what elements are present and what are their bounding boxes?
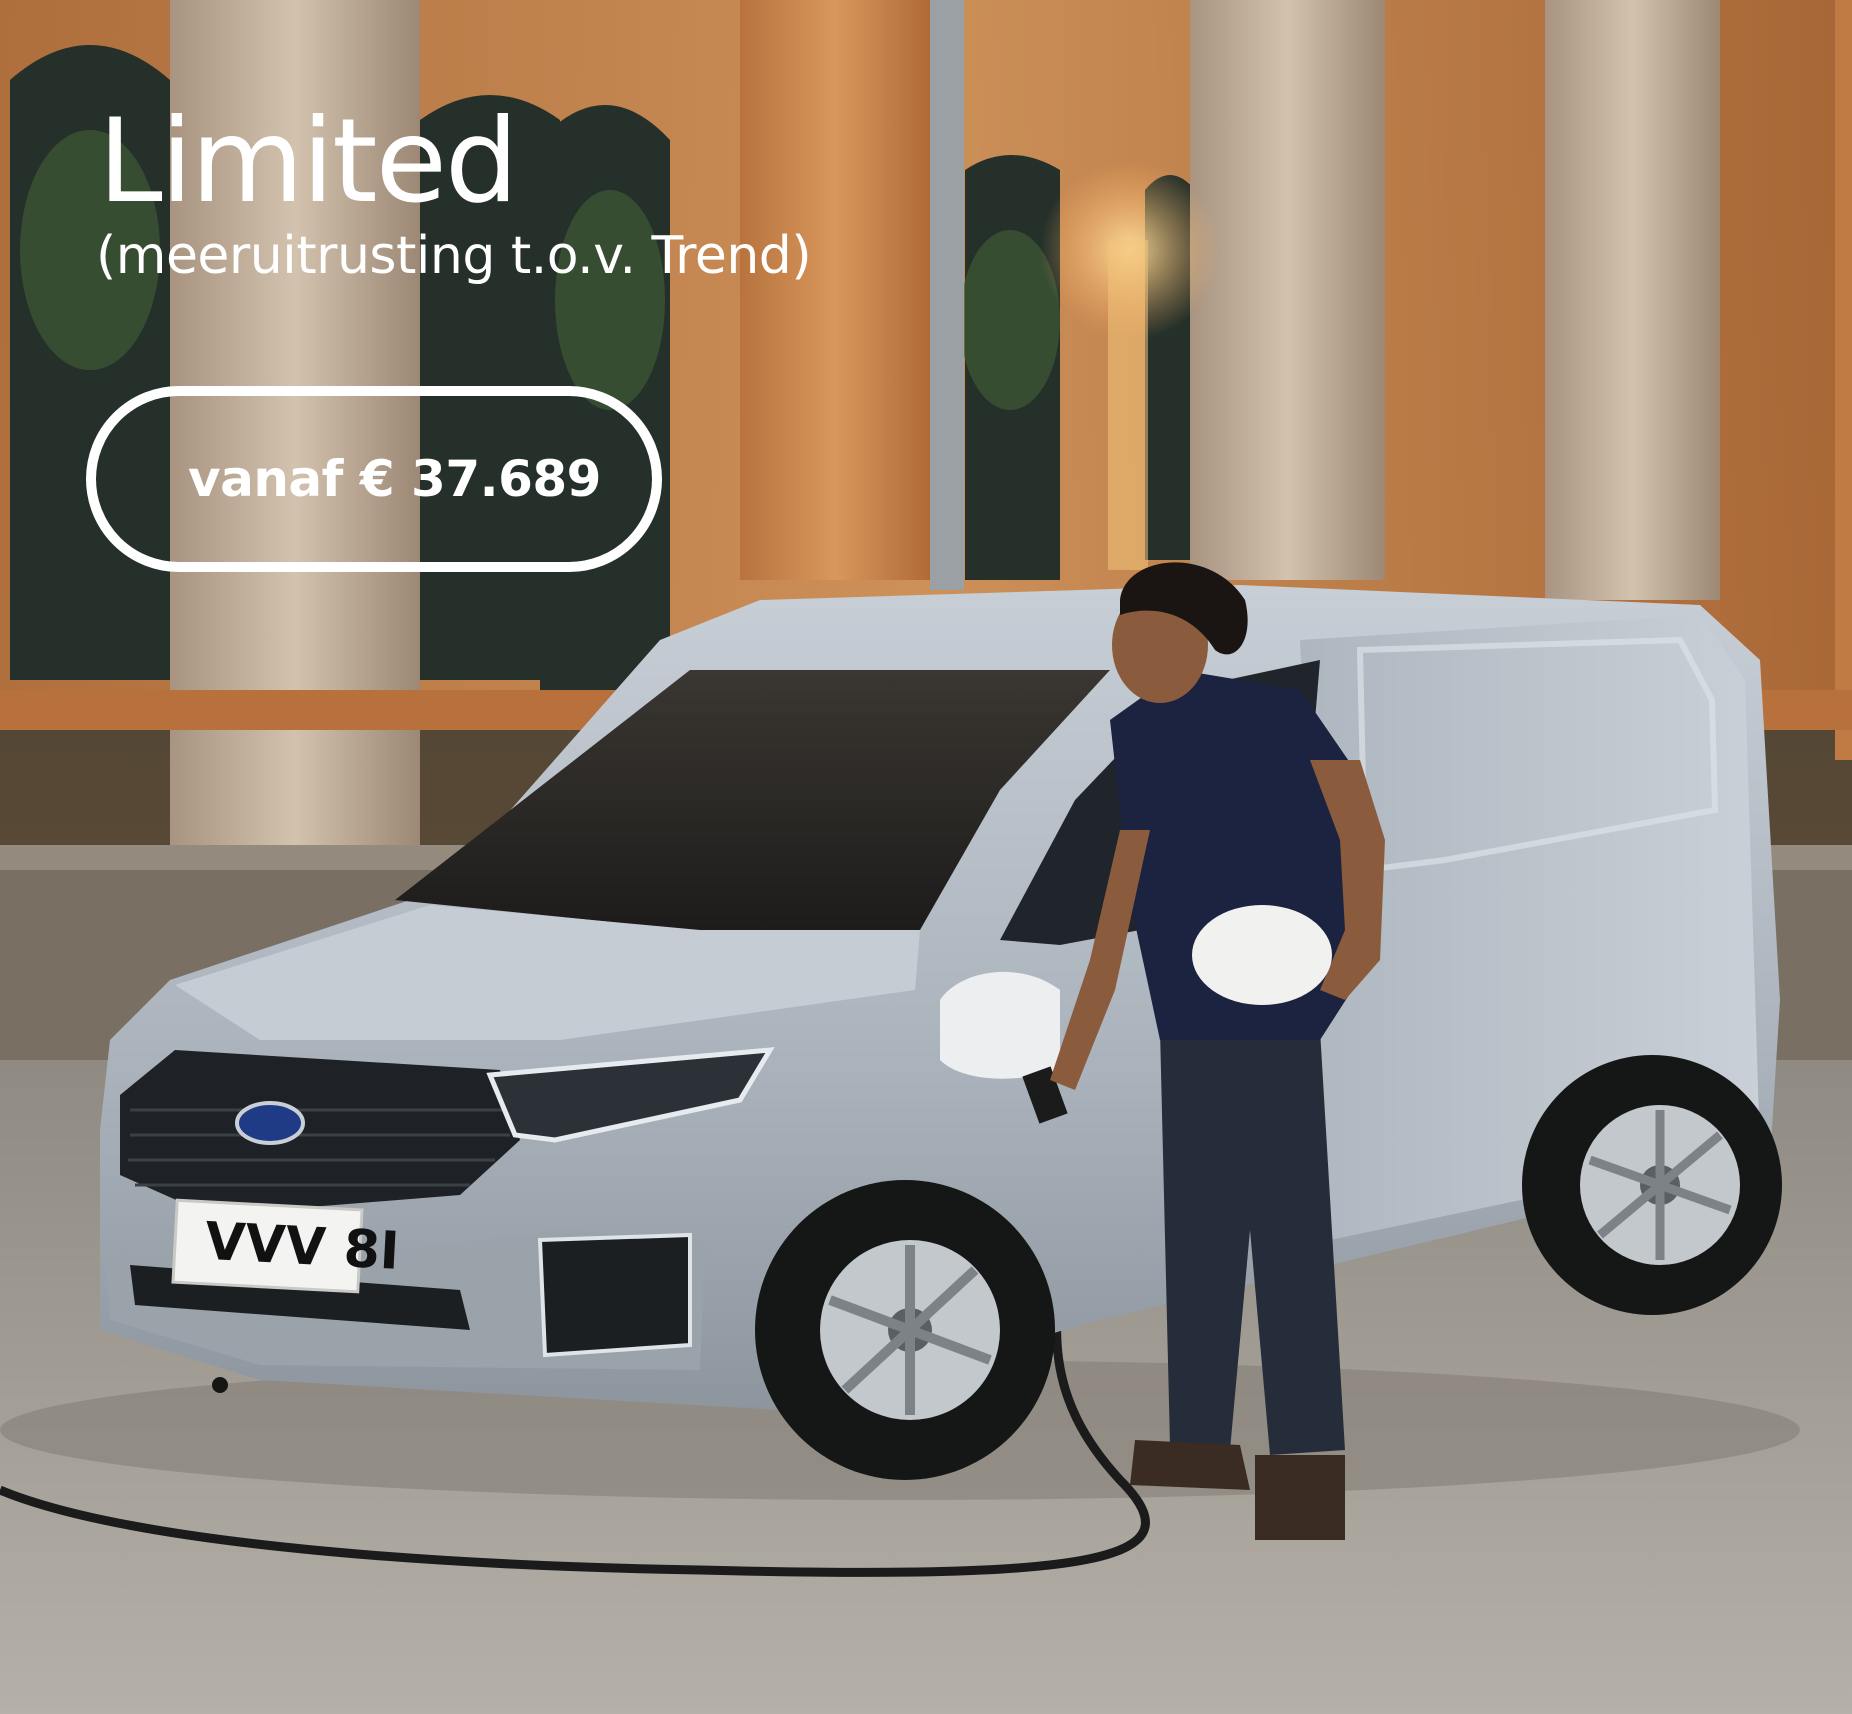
price-badge: vanaf € 37.689 (86, 386, 662, 572)
trim-title: Limited (98, 94, 519, 229)
license-plate-text: VVV 8I (204, 1212, 401, 1282)
trim-subtitle: (meeruitrusting t.o.v. Trend) (96, 226, 812, 286)
price-label: vanaf € 37.689 (188, 450, 601, 508)
ford-emblem-icon (235, 1101, 305, 1145)
promo-scene: VVV 8I Limited (meeruitrusting t.o.v. Tr… (0, 0, 1852, 1714)
rear-wheel (1522, 1055, 1782, 1315)
front-wheel (755, 1180, 1055, 1480)
